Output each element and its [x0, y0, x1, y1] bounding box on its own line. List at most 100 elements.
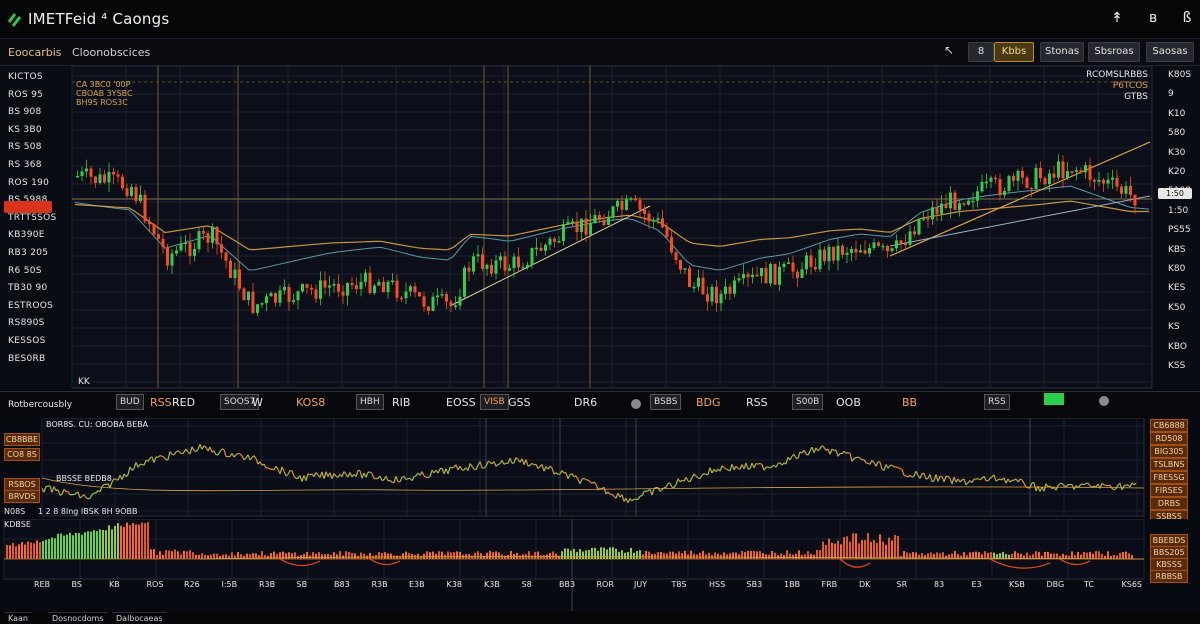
left-axis-label: ROS 95	[8, 89, 44, 100]
indicator-item[interactable]: KOS8	[296, 396, 325, 409]
chart-info-right: RCOMSLRBBS P6TCOS GTBS	[1086, 70, 1148, 102]
histogram-caption: 1 2 8 8lng IBSK 8H 9OBB	[38, 507, 138, 516]
time-axis-label: HSS	[709, 580, 726, 589]
time-axis-label: K38	[446, 580, 462, 589]
time-axis-label: KB	[109, 580, 120, 589]
histogram-right-tag: RBBSB	[1150, 570, 1188, 583]
time-axis-label: R26	[184, 580, 200, 589]
indicator-item[interactable]: GSS	[508, 396, 531, 409]
left-axis-label: TB30 90	[8, 283, 48, 294]
indicator-toggle-icon[interactable]	[1099, 396, 1109, 406]
oscillator-left-tag: CB8BBE	[4, 433, 40, 446]
current-price-tag: 1:50	[1158, 188, 1192, 199]
oscillator-caption-2: BBSSE BEDB8	[56, 474, 112, 483]
time-axis-label: BS	[71, 580, 82, 589]
indicator-item[interactable]: HBH	[356, 394, 384, 410]
price-chart[interactable]	[0, 66, 1200, 390]
left-axis-label: KB390E	[8, 230, 45, 241]
time-axis-label: SB	[296, 580, 308, 589]
time-axis-label: T8S	[671, 580, 687, 589]
toolbar-button-3[interactable]: Stonas	[1040, 42, 1084, 62]
price-marker	[4, 201, 52, 213]
pin-icon[interactable]: ↟	[1110, 10, 1124, 26]
time-axis-label: KSB	[1009, 580, 1025, 589]
histogram-left-tag-2: KDBSE	[4, 520, 31, 529]
footer-tab-3[interactable]: Dalbocaeas	[112, 612, 167, 624]
toolbar-button-4[interactable]: Sbsroas	[1088, 42, 1140, 62]
oscillator-left-tag: CO8 8S	[4, 448, 40, 461]
indicator-item[interactable]: RED	[172, 396, 195, 409]
cursor-icon[interactable]: ↖	[944, 43, 954, 57]
time-axis-label: JUY	[634, 580, 648, 589]
oscillator-left-tag: BRVDS	[4, 490, 40, 503]
time-axis-label: KS6S	[1121, 580, 1143, 589]
indicator-item[interactable]: VISB	[480, 394, 509, 410]
app-title: IMETFeid ⁴ Caongs	[28, 10, 170, 28]
indicator-item[interactable]: RSS	[746, 396, 768, 409]
indicator-item[interactable]: RIB	[392, 396, 410, 409]
time-axis-label: REB	[34, 580, 51, 589]
lock-icon[interactable]: ʙ	[1146, 10, 1160, 26]
left-axis-label: RS890S	[8, 318, 45, 329]
chart-info-left: CA 3BC0 '00P CBOAB 3YSBC BH9S ROS3C	[76, 80, 133, 107]
time-axis-label: BB3	[559, 580, 576, 589]
footer-tab-2[interactable]: Dosnocdoms	[48, 612, 108, 624]
indicator-toggle-icon[interactable]	[631, 399, 641, 409]
bookmark-icon[interactable]: ß	[1180, 10, 1194, 26]
time-axis-label: S8	[521, 580, 532, 589]
indicator-item[interactable]: RSS	[150, 396, 172, 409]
time-axis-label: E3	[971, 580, 982, 589]
indicator-item[interactable]: BSBS	[650, 394, 682, 410]
histogram-chart[interactable]	[0, 519, 1200, 611]
time-marker: KK	[78, 377, 90, 387]
title-bar	[0, 0, 1200, 39]
oscillator-chart[interactable]	[0, 418, 1200, 518]
footer-tab-1[interactable]: Kaan	[4, 612, 32, 624]
indicator-item[interactable]: EOSS	[446, 396, 476, 409]
symbol-label[interactable]: Eoocarbis	[8, 46, 62, 59]
toolbar-button-2[interactable]: Kbbs	[994, 42, 1034, 62]
oscillator-right-tag: FIRSES	[1150, 484, 1188, 497]
time-axis-label: B83	[334, 580, 350, 589]
chart-type-label[interactable]: Cloonobscices	[72, 46, 150, 59]
time-axis-label: I:5B	[221, 580, 238, 589]
time-axis-label: ROS	[146, 580, 164, 589]
chart-logo-icon	[8, 13, 21, 27]
oscillator-right-tag: RD508	[1150, 432, 1188, 445]
left-axis-label: TRTTSSOS	[8, 212, 57, 223]
toolbar-button-5[interactable]: Saosas	[1146, 42, 1194, 62]
time-axis-label: FRB	[821, 580, 838, 589]
oscillator-right-tag: BIG305	[1150, 445, 1188, 458]
time-axis-label: DBG	[1046, 580, 1065, 589]
indicator-item[interactable]: DR6	[574, 396, 597, 409]
indicator-item[interactable]: OOB	[836, 396, 861, 409]
indicator-item[interactable]: BUD	[116, 394, 144, 410]
histogram-left-tag-1: N08S	[4, 507, 26, 516]
indicator-item[interactable]: BB	[902, 396, 917, 409]
oscillator-right-tag: F8ESSG	[1150, 471, 1188, 484]
indicator-item[interactable]: BDG	[696, 396, 721, 409]
left-axis-label: KESSOS	[8, 336, 46, 346]
time-axis-label: R3B	[371, 580, 388, 589]
indicator-item[interactable]: W	[252, 396, 263, 409]
indicator-item[interactable]: RSS	[984, 394, 1010, 410]
left-axis-label: BES0RB	[8, 353, 46, 364]
left-axis-label: R6 50S	[8, 265, 42, 276]
indicator-item[interactable]: S00B	[792, 394, 824, 410]
left-axis-label: RB3 205	[8, 248, 49, 258]
time-axis-label: 83	[934, 580, 945, 589]
oscillator-right-tag: DRBS	[1150, 497, 1188, 510]
left-axis-label: BS 908	[8, 107, 42, 118]
time-axis-label: E3B	[409, 580, 425, 589]
left-price-axis: KICTOS ROS 95 BS 908 KS 3B0 RS 508 RS 368 ROS …	[0, 66, 72, 390]
left-axis-label: RS 508	[8, 142, 42, 153]
indicator-active-icon[interactable]	[1044, 393, 1064, 405]
time-axis-label: DK	[859, 580, 871, 589]
time-axis-label: SB3	[746, 580, 763, 589]
left-axis-label: ROS 190	[8, 177, 50, 188]
time-axis-label: SR	[896, 580, 908, 589]
time-axis-label: ROR	[596, 580, 614, 589]
oscillator-right-tag: CB6888	[1150, 419, 1188, 432]
time-axis-label: 1BB	[784, 580, 801, 589]
toolbar-button-1[interactable]: 8	[968, 42, 994, 62]
